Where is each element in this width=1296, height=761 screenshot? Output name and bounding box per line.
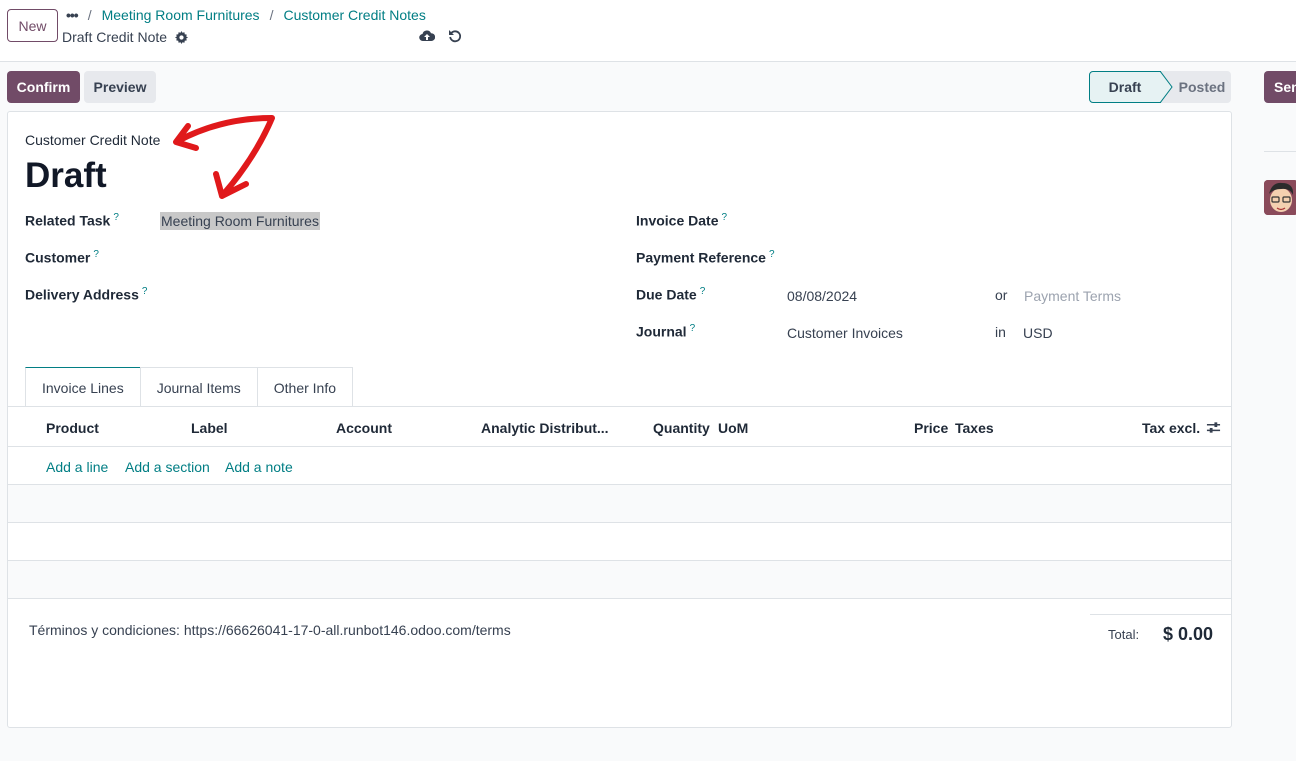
- journal-field[interactable]: Customer Invoices: [787, 325, 903, 341]
- column-taxes[interactable]: Taxes: [955, 420, 994, 436]
- row-divider: [8, 598, 1231, 599]
- confirm-button[interactable]: Confirm: [7, 71, 80, 103]
- help-icon[interactable]: ?: [769, 249, 775, 260]
- invoice-date-label: Invoice Date?: [636, 212, 728, 229]
- due-date-field[interactable]: 08/08/2024: [787, 288, 857, 304]
- due-date-label: Due Date?: [636, 286, 706, 303]
- avatar[interactable]: [1264, 180, 1296, 215]
- row-divider: [8, 522, 1231, 523]
- delivery-address-label: Delivery Address?: [25, 286, 148, 303]
- total-divider: [1090, 614, 1232, 615]
- payment-terms-field[interactable]: Payment Terms: [1024, 288, 1121, 304]
- column-uom[interactable]: UoM: [718, 420, 748, 436]
- journal-label: Journal?: [636, 323, 696, 340]
- control-panel: New ••• / Meeting Room Furnitures / Cust…: [0, 0, 1296, 62]
- form-sheet: Customer Credit Note Draft Related Task?…: [7, 111, 1232, 728]
- column-label[interactable]: Label: [191, 420, 228, 436]
- column-analytic-distribution[interactable]: Analytic Distribut...: [481, 420, 609, 436]
- stage-arrow-icon: [1160, 71, 1173, 103]
- breadcrumb-task-link[interactable]: Meeting Room Furnitures: [102, 7, 260, 23]
- preview-button[interactable]: Preview: [84, 71, 156, 103]
- move-type-label: Customer Credit Note: [25, 132, 161, 148]
- send-button[interactable]: Sen: [1264, 71, 1296, 103]
- table-row: [8, 485, 1231, 523]
- column-account[interactable]: Account: [336, 420, 392, 436]
- page-title: Draft: [25, 156, 107, 195]
- add-note-link[interactable]: Add a note: [225, 459, 293, 475]
- related-task-field[interactable]: Meeting Room Furnitures: [160, 212, 320, 230]
- customer-label: Customer?: [25, 249, 99, 266]
- record-name: Draft Credit Note: [62, 29, 168, 45]
- column-product[interactable]: Product: [46, 420, 99, 436]
- journal-in-text: in: [995, 324, 1006, 340]
- column-quantity[interactable]: Quantity: [653, 420, 710, 436]
- tab-other-info[interactable]: Other Info: [256, 367, 354, 407]
- record-title: Draft Credit Note: [62, 29, 189, 45]
- row-divider: [8, 560, 1231, 561]
- column-tax-excl[interactable]: Tax excl.: [1142, 420, 1200, 436]
- discard-icon[interactable]: [447, 28, 463, 47]
- stage-draft[interactable]: Draft: [1089, 71, 1161, 103]
- record-actions: [419, 28, 463, 47]
- help-icon[interactable]: ?: [113, 212, 119, 223]
- total-value: $ 0.00: [1163, 624, 1214, 644]
- tab-journal-items[interactable]: Journal Items: [139, 367, 258, 407]
- column-price[interactable]: Price: [914, 420, 948, 436]
- related-task-label: Related Task?: [25, 212, 119, 229]
- due-date-or-text: or: [995, 287, 1008, 303]
- payment-reference-label: Payment Reference?: [636, 249, 775, 266]
- breadcrumb-separator: /: [269, 7, 274, 23]
- total-label: Total:: [1108, 627, 1140, 642]
- column-settings-icon[interactable]: [1206, 420, 1221, 438]
- breadcrumb-credit-notes-link[interactable]: Customer Credit Notes: [283, 7, 425, 23]
- breadcrumb-more-icon[interactable]: •••: [66, 7, 79, 23]
- tab-invoice-lines[interactable]: Invoice Lines: [25, 367, 141, 407]
- help-icon[interactable]: ?: [721, 212, 727, 223]
- breadcrumb-separator: /: [87, 7, 92, 23]
- add-line-link[interactable]: Add a line: [46, 459, 108, 475]
- gear-icon[interactable]: [175, 30, 189, 44]
- new-button[interactable]: New: [7, 9, 58, 42]
- add-section-link[interactable]: Add a section: [125, 459, 210, 475]
- currency-field[interactable]: USD: [1023, 325, 1053, 341]
- header-divider: [8, 446, 1231, 447]
- table-row: [8, 561, 1231, 599]
- help-icon[interactable]: ?: [142, 286, 148, 297]
- chatter-divider: [1264, 151, 1296, 152]
- notebook-tabs: Invoice Lines Journal Items Other Info: [25, 367, 354, 407]
- help-icon[interactable]: ?: [690, 323, 696, 334]
- help-icon[interactable]: ?: [93, 249, 99, 260]
- tab-divider: [8, 406, 1231, 407]
- cloud-save-icon[interactable]: [419, 28, 436, 47]
- terms-text: Términos y condiciones: https://66626041…: [29, 622, 511, 638]
- help-icon[interactable]: ?: [700, 286, 706, 297]
- breadcrumb: ••• / Meeting Room Furnitures / Customer…: [66, 7, 426, 23]
